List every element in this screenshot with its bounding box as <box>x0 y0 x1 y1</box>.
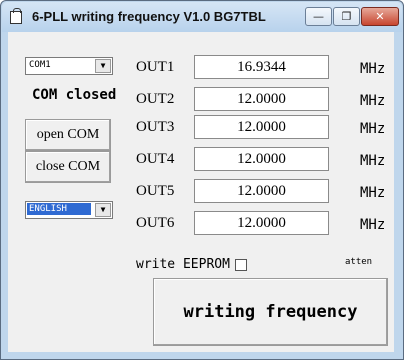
write-eeprom-checkbox[interactable] <box>235 259 247 271</box>
language-select[interactable]: ENGLISH ▼ <box>25 201 113 219</box>
com-port-value: COM1 <box>29 60 51 70</box>
out4-frequency-input[interactable]: 12.0000 <box>194 147 329 171</box>
atten-label: atten <box>345 257 373 267</box>
close-com-button[interactable]: close COM <box>25 151 111 183</box>
app-icon <box>10 8 22 24</box>
out2-frequency-input[interactable]: 12.0000 <box>194 87 329 111</box>
client-area: COM1 ▼ COM closed open COM close COM ENG… <box>8 32 394 352</box>
close-icon: ✕ <box>375 10 385 23</box>
out4-unit: MHz <box>360 153 386 169</box>
out2-unit: MHz <box>360 93 386 109</box>
minimize-button[interactable]: — <box>305 7 332 26</box>
open-com-label: open COM <box>36 127 100 142</box>
window-title: 6-PLL writing frequency V1.0 BG7TBL <box>32 9 266 24</box>
out5-label: OUT5 <box>136 183 175 199</box>
minimize-icon: — <box>313 10 324 23</box>
out2-value: 12.0000 <box>237 90 286 107</box>
out2-label: OUT2 <box>136 91 175 107</box>
com-port-select[interactable]: COM1 ▼ <box>25 57 113 75</box>
out6-frequency-input[interactable]: 12.0000 <box>194 211 329 235</box>
maximize-icon: ❐ <box>341 10 352 23</box>
com-status-label: COM closed <box>32 87 117 103</box>
out1-unit: MHz <box>360 61 386 77</box>
out1-value: 16.9344 <box>237 58 286 75</box>
out5-unit: MHz <box>360 185 386 201</box>
out3-label: OUT3 <box>136 119 175 135</box>
close-window-button[interactable]: ✕ <box>361 7 399 26</box>
out3-value: 12.0000 <box>237 118 286 135</box>
out4-value: 12.0000 <box>237 150 286 167</box>
write-eeprom-label: write EEPROM <box>136 257 230 272</box>
out6-label: OUT6 <box>136 215 175 231</box>
out3-unit: MHz <box>360 121 386 137</box>
out5-value: 12.0000 <box>237 182 286 199</box>
open-com-button[interactable]: open COM <box>25 119 111 151</box>
chevron-down-icon[interactable]: ▼ <box>95 203 111 217</box>
chevron-down-icon[interactable]: ▼ <box>95 59 111 73</box>
close-com-label: close COM <box>35 159 101 174</box>
maximize-button[interactable]: ❐ <box>333 7 360 26</box>
writing-frequency-button[interactable]: writing frequency <box>153 278 388 346</box>
out5-frequency-input[interactable]: 12.0000 <box>194 179 329 203</box>
writing-frequency-label: writing frequency <box>183 302 358 322</box>
out3-frequency-input[interactable]: 12.0000 <box>194 115 329 139</box>
out6-unit: MHz <box>360 217 386 233</box>
out6-value: 12.0000 <box>237 214 286 231</box>
out1-label: OUT1 <box>136 59 175 75</box>
language-value: ENGLISH <box>27 203 91 215</box>
out4-label: OUT4 <box>136 151 175 167</box>
app-window: 6-PLL writing frequency V1.0 BG7TBL — ❐ … <box>0 0 404 360</box>
title-bar[interactable]: 6-PLL writing frequency V1.0 BG7TBL — ❐ … <box>2 2 402 32</box>
out1-frequency-input[interactable]: 16.9344 <box>194 55 329 79</box>
